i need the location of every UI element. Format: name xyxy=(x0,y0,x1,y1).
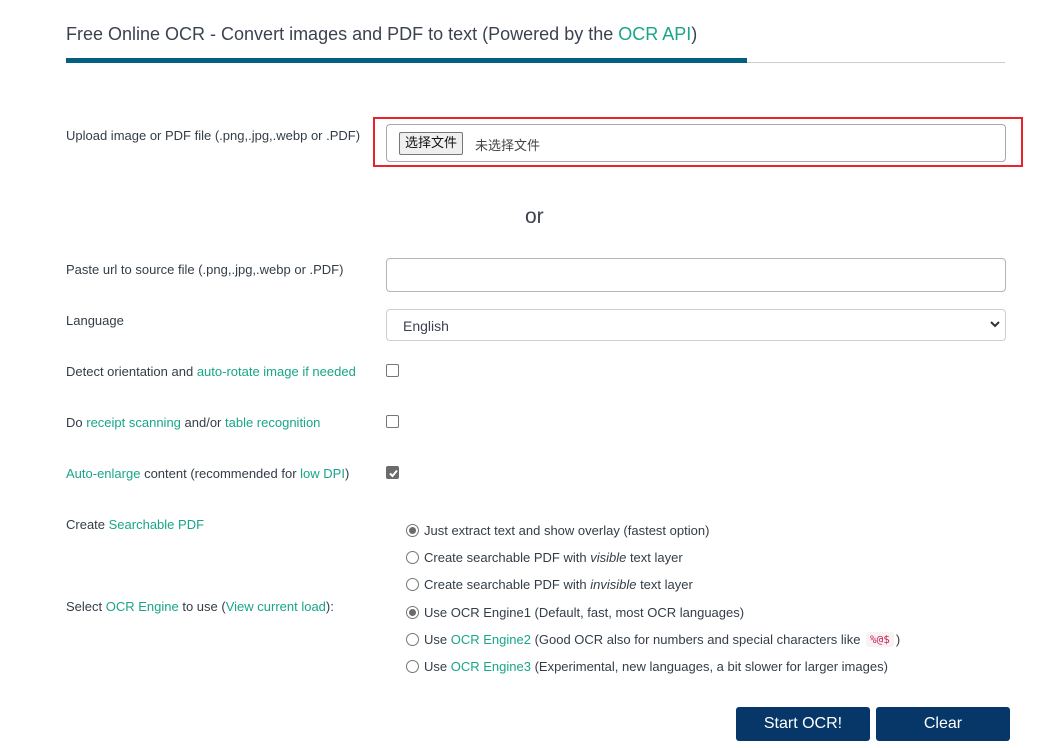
engine-option-3[interactable]: Use OCR Engine3 (Experimental, new langu… xyxy=(406,659,888,674)
engine-option-2[interactable]: Use OCR Engine2 (Good OCR also for numbe… xyxy=(406,632,900,647)
start-ocr-button[interactable]: Start OCR! xyxy=(736,707,870,741)
searchable-pdf-text: Create xyxy=(66,517,109,532)
auto-enlarge-label: Auto-enlarge content (recommended for lo… xyxy=(66,466,349,481)
engine-option-1-label: Use OCR Engine1 (Default, fast, most OCR… xyxy=(424,605,744,620)
ocr-api-link[interactable]: OCR API xyxy=(618,24,691,44)
detect-orientation-text: Detect orientation and xyxy=(66,364,197,379)
upload-label: Upload image or PDF file (.png,.jpg,.web… xyxy=(66,128,360,143)
ocr-engine2-link[interactable]: OCR Engine2 xyxy=(451,632,531,647)
engine-option-2-prefix: Use xyxy=(424,632,451,647)
radio-invisible[interactable] xyxy=(406,578,419,591)
table-recognition-link[interactable]: table recognition xyxy=(225,415,320,430)
checkmark-icon xyxy=(388,468,399,479)
auto-enlarge-checkbox[interactable] xyxy=(386,466,399,479)
auto-rotate-link[interactable]: auto-rotate image if needed xyxy=(197,364,356,379)
pdf-option-overlay-label: Just extract text and show overlay (fast… xyxy=(424,523,709,538)
engine-option-3-prefix: Use xyxy=(424,659,451,674)
no-file-chosen-text: 未选择文件 xyxy=(475,135,540,154)
url-input[interactable] xyxy=(386,258,1006,292)
language-selected-value: English xyxy=(403,318,449,334)
radio-engine-2[interactable] xyxy=(406,633,419,646)
auto-enlarge-link[interactable]: Auto-enlarge xyxy=(66,466,140,481)
engine-option-2-end: ) xyxy=(896,632,900,647)
receipt-label: Do receipt scanning and/or table recogni… xyxy=(66,415,320,430)
url-label: Paste url to source file (.png,.jpg,.web… xyxy=(66,262,343,277)
detect-orientation-label: Detect orientation and auto-rotate image… xyxy=(66,364,356,379)
radio-overlay[interactable] xyxy=(406,524,419,537)
searchable-pdf-link[interactable]: Searchable PDF xyxy=(109,517,204,532)
pdf-option-visible-prefix: Create searchable PDF with xyxy=(424,550,587,565)
receipt-scanning-link[interactable]: receipt scanning xyxy=(86,415,181,430)
language-label: Language xyxy=(66,313,124,328)
low-dpi-link[interactable]: low DPI xyxy=(300,466,345,481)
auto-enlarge-text: content (recommended for xyxy=(140,466,300,481)
receipt-checkbox[interactable] xyxy=(386,415,399,428)
engine-label-middle: to use ( xyxy=(179,599,226,614)
ocr-engine-link[interactable]: OCR Engine xyxy=(106,599,179,614)
radio-visible[interactable] xyxy=(406,551,419,564)
pdf-option-invisible-suffix: text layer xyxy=(636,577,692,592)
engine-option-2-suffix: (Good OCR also for numbers and special c… xyxy=(531,632,864,647)
ocr-engine3-link[interactable]: OCR Engine3 xyxy=(451,659,531,674)
pdf-option-visible-suffix: text layer xyxy=(626,550,682,565)
pdf-option-visible[interactable]: Create searchable PDF with visible text … xyxy=(406,550,683,565)
file-upload-input[interactable]: 选择文件 未选择文件 xyxy=(386,124,1006,162)
engine-option-1[interactable]: Use OCR Engine1 (Default, fast, most OCR… xyxy=(406,605,744,620)
ocr-engine-label: Select OCR Engine to use (View current l… xyxy=(66,599,334,614)
clear-button[interactable]: Clear xyxy=(876,707,1010,741)
language-select[interactable]: English xyxy=(386,309,1006,341)
pdf-option-visible-em: visible xyxy=(590,550,626,565)
title-accent-bar xyxy=(66,58,747,63)
auto-enlarge-suffix: ) xyxy=(345,466,349,481)
special-characters-code: %@$ xyxy=(866,632,894,647)
title-text: Free Online OCR - Convert images and PDF… xyxy=(66,24,618,44)
detect-orientation-checkbox[interactable] xyxy=(386,364,399,377)
title-suffix: ) xyxy=(691,24,697,44)
view-current-load-link[interactable]: View current load xyxy=(226,599,326,614)
pdf-option-invisible-prefix: Create searchable PDF with xyxy=(424,577,587,592)
or-separator: or xyxy=(525,205,544,229)
receipt-text-middle: and/or xyxy=(181,415,225,430)
page-title: Free Online OCR - Convert images and PDF… xyxy=(66,24,697,45)
engine-label-prefix: Select xyxy=(66,599,106,614)
radio-engine-3[interactable] xyxy=(406,660,419,673)
pdf-option-invisible-em: invisible xyxy=(590,577,636,592)
pdf-option-invisible[interactable]: Create searchable PDF with invisible tex… xyxy=(406,577,693,592)
pdf-option-overlay[interactable]: Just extract text and show overlay (fast… xyxy=(406,523,709,538)
radio-engine-1[interactable] xyxy=(406,606,419,619)
receipt-text-prefix: Do xyxy=(66,415,86,430)
chevron-down-icon xyxy=(989,318,1001,330)
engine-label-suffix: ): xyxy=(326,599,334,614)
searchable-pdf-label: Create Searchable PDF xyxy=(66,517,204,532)
engine-option-3-suffix: (Experimental, new languages, a bit slow… xyxy=(531,659,888,674)
choose-file-button[interactable]: 选择文件 xyxy=(399,132,463,155)
